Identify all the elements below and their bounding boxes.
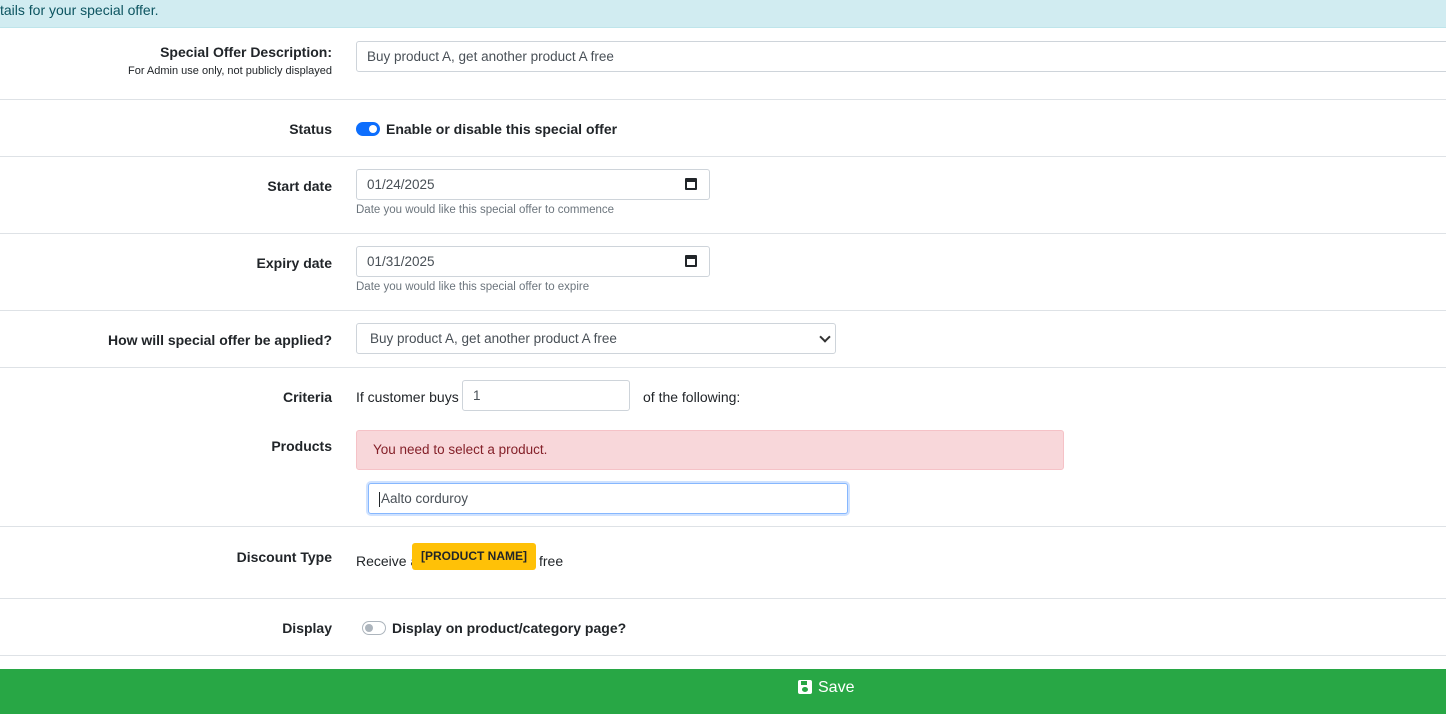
status-row: Status Enable or disable this special of… xyxy=(0,100,1446,157)
description-sublabel: For Admin use only, not publicly display… xyxy=(127,65,332,77)
save-label: Save xyxy=(818,679,855,696)
description-input[interactable]: Buy product A, get another product A fre… xyxy=(356,41,1446,72)
info-banner-text: tails for your special offer. xyxy=(0,2,159,18)
chevron-down-icon xyxy=(819,331,831,343)
application-label: How will special offer be applied? xyxy=(107,332,332,348)
calendar-icon[interactable] xyxy=(685,255,697,267)
display-toggle-label[interactable]: Display on product/category page? xyxy=(392,620,626,636)
status-toggle-label[interactable]: Enable or disable this special offer xyxy=(386,121,617,137)
description-label: Special Offer Description: xyxy=(160,44,332,60)
text-caret xyxy=(379,491,380,507)
product-search-input[interactable]: Aalto corduroy xyxy=(368,483,848,514)
product-name-badge[interactable]: [PRODUCT NAME] xyxy=(412,543,536,570)
info-banner: tails for your special offer. xyxy=(0,0,1446,28)
criteria-quantity-input[interactable]: 1 xyxy=(462,380,630,411)
description-row: Special Offer Description: For Admin use… xyxy=(0,28,1446,100)
save-button-content: Save xyxy=(798,669,854,707)
product-search-value: Aalto corduroy xyxy=(381,491,469,506)
expiry-date-label: Expiry date xyxy=(256,255,332,271)
start-date-row: Start date 01/24/2025 Date you would lik… xyxy=(0,157,1446,234)
start-date-help: Date you would like this special offer t… xyxy=(356,204,615,216)
status-label: Status xyxy=(289,121,332,137)
start-date-value: 01/24/2025 xyxy=(367,177,435,192)
calendar-icon[interactable] xyxy=(685,178,697,190)
application-row: How will special offer be applied? Buy p… xyxy=(0,311,1446,368)
display-label: Display xyxy=(282,620,332,636)
display-row: Display Display on product/category page… xyxy=(0,599,1446,656)
products-alert: You need to select a product. xyxy=(356,430,1064,470)
discount-suffix: free xyxy=(539,553,564,569)
application-select[interactable]: Buy product A, get another product A fre… xyxy=(356,323,836,354)
discount-prefix: Receive a xyxy=(356,553,419,569)
expiry-date-help: Date you would like this special offer t… xyxy=(356,281,590,293)
expiry-date-row: Expiry date 01/31/2025 Date you would li… xyxy=(0,234,1446,311)
criteria-prefix: If customer buys xyxy=(356,389,459,405)
discount-label: Discount Type xyxy=(236,549,332,565)
save-icon xyxy=(798,680,812,694)
expiry-date-value: 01/31/2025 xyxy=(367,254,435,269)
display-toggle[interactable] xyxy=(362,621,386,635)
products-label: Products xyxy=(271,438,332,454)
criteria-label: Criteria xyxy=(282,389,332,405)
discount-row: Discount Type Receive a [PRODUCT NAME] f… xyxy=(0,527,1446,599)
expiry-date-input[interactable]: 01/31/2025 xyxy=(356,246,710,277)
start-date-label: Start date xyxy=(267,178,332,194)
start-date-input[interactable]: 01/24/2025 xyxy=(356,169,710,200)
application-selected: Buy product A, get another product A fre… xyxy=(370,331,617,346)
criteria-suffix: of the following: xyxy=(643,389,741,405)
save-button[interactable]: Save xyxy=(0,669,1446,714)
criteria-products-row: Criteria If customer buys 1 of the follo… xyxy=(0,368,1446,527)
status-toggle[interactable] xyxy=(356,122,380,136)
